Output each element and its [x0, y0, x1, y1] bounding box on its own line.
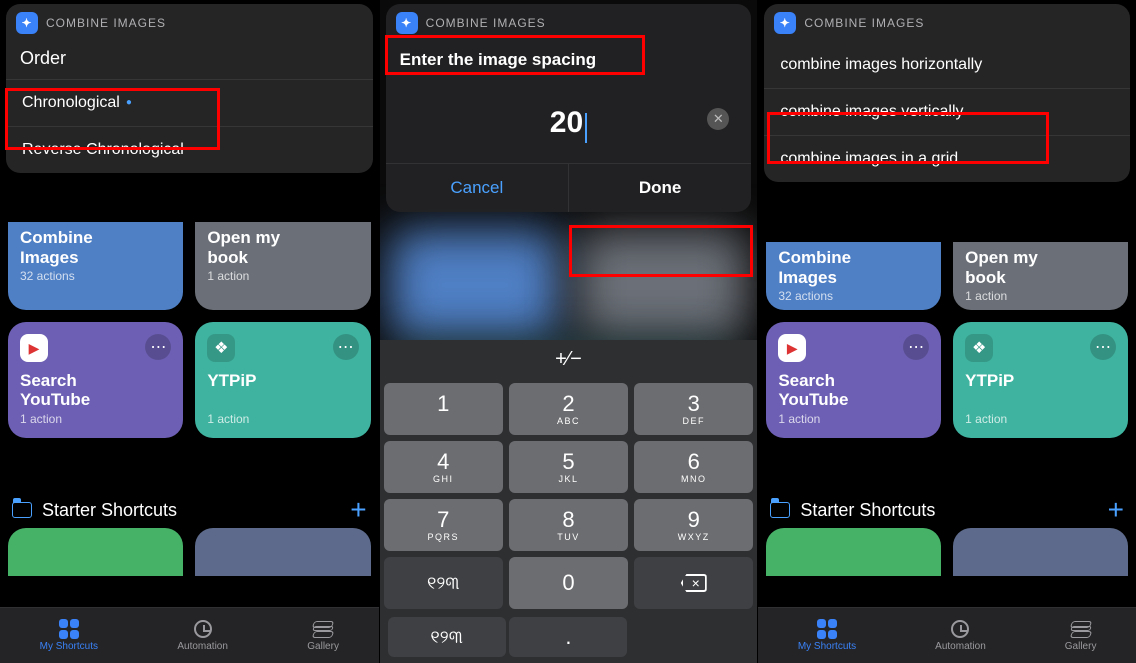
- more-icon[interactable]: ⋯: [1090, 334, 1116, 360]
- popup-title: Order: [6, 42, 373, 79]
- youtube-icon: ▶: [778, 334, 806, 362]
- more-icon[interactable]: ⋯: [333, 334, 359, 360]
- folder-icon: [770, 502, 790, 518]
- dialog-title: Enter the image spacing: [386, 42, 752, 76]
- card-peek[interactable]: [766, 528, 941, 576]
- tab-automation[interactable]: Automation: [935, 619, 986, 652]
- plus-icon[interactable]: +: [1108, 494, 1124, 526]
- panel-center: ✦ COMBINE IMAGES Enter the image spacing…: [379, 0, 758, 663]
- grid-icon: [59, 619, 79, 639]
- panel-right: CombineImages 32 actions Open mybook 1 a…: [757, 0, 1136, 663]
- folder-label: Starter Shortcuts: [42, 500, 177, 521]
- option-vertical[interactable]: combine images vertically: [764, 88, 1130, 135]
- layers-icon: ❖: [965, 334, 993, 362]
- layers-icon: ❖: [207, 334, 235, 362]
- cancel-button[interactable]: Cancel: [386, 164, 568, 212]
- stack-icon: [313, 621, 333, 637]
- tab-my-shortcuts[interactable]: My Shortcuts: [40, 619, 98, 652]
- clock-icon: [951, 620, 969, 638]
- key-7[interactable]: 7PQRS: [384, 499, 503, 551]
- selected-dot-icon: ●: [126, 97, 132, 108]
- key-5[interactable]: 5JKL: [509, 441, 628, 493]
- tab-bar: My Shortcuts Automation Gallery: [758, 607, 1136, 663]
- tab-my-shortcuts[interactable]: My Shortcuts: [798, 619, 856, 652]
- more-icon[interactable]: ⋯: [145, 334, 171, 360]
- card-peek[interactable]: [953, 528, 1128, 576]
- input-value: 20: [550, 106, 583, 140]
- card-sub: 32 actions: [20, 269, 171, 283]
- spacing-dialog: ✦ COMBINE IMAGES Enter the image spacing…: [386, 4, 752, 212]
- starter-shortcuts-row[interactable]: Starter Shortcuts +: [12, 494, 367, 526]
- option-grid[interactable]: combine images in a grid: [764, 135, 1130, 182]
- spacing-input[interactable]: 20 ✕: [386, 76, 752, 163]
- option-reverse-chronological[interactable]: Reverse Chronological: [6, 126, 373, 173]
- plus-minus-key[interactable]: +⁄−: [380, 340, 758, 379]
- text-cursor: [585, 113, 587, 143]
- card-ytpip[interactable]: ❖ ⋯ YTPiP 1 action: [953, 322, 1128, 438]
- combine-images-icon: ✦: [16, 12, 38, 34]
- card-peek[interactable]: [195, 528, 370, 576]
- key-2[interactable]: 2ABC: [509, 383, 628, 435]
- clock-icon: [194, 620, 212, 638]
- option-chronological[interactable]: Chronological●: [6, 79, 373, 126]
- backspace-icon: [681, 574, 707, 592]
- combine-images-icon: ✦: [774, 12, 796, 34]
- combine-mode-popup: ✦ COMBINE IMAGES combine images horizont…: [764, 4, 1130, 182]
- key-alt-script[interactable]: ୧୨୩: [384, 557, 503, 609]
- card-title: Combine: [20, 228, 93, 247]
- starter-shortcuts-row[interactable]: Starter Shortcuts +: [770, 494, 1124, 526]
- card-combine-images[interactable]: CombineImages 32 actions: [8, 222, 183, 310]
- option-horizontal[interactable]: combine images horizontally: [764, 42, 1130, 88]
- grid-icon: [817, 619, 837, 639]
- plus-icon[interactable]: +: [350, 494, 366, 526]
- tab-gallery[interactable]: Gallery: [307, 619, 339, 652]
- clear-icon[interactable]: ✕: [707, 108, 729, 130]
- key-alt-script-2[interactable]: ୧୨୩: [388, 617, 506, 657]
- more-icon[interactable]: ⋯: [903, 334, 929, 360]
- tab-gallery[interactable]: Gallery: [1065, 619, 1097, 652]
- tab-automation[interactable]: Automation: [177, 619, 228, 652]
- combine-images-icon: ✦: [396, 12, 418, 34]
- card-combine-images[interactable]: CombineImages 32 actions: [766, 242, 941, 310]
- key-8[interactable]: 8TUV: [509, 499, 628, 551]
- key-4[interactable]: 4GHI: [384, 441, 503, 493]
- done-button[interactable]: Done: [568, 164, 751, 212]
- key-backspace[interactable]: [634, 557, 753, 609]
- tab-bar: My Shortcuts Automation Gallery: [0, 607, 379, 663]
- card-open-my-book[interactable]: Open mybook 1 action: [195, 222, 370, 310]
- card-search-youtube[interactable]: ▶ ⋯ SearchYouTube 1 action: [766, 322, 941, 438]
- key-0[interactable]: 0: [509, 557, 628, 609]
- key-9[interactable]: 9WXYZ: [634, 499, 753, 551]
- youtube-icon: ▶: [20, 334, 48, 362]
- numeric-keypad: +⁄− 1 2ABC 3DEF 4GHI 5JKL 6MNO 7PQRS 8TU…: [380, 340, 758, 663]
- key-6[interactable]: 6MNO: [634, 441, 753, 493]
- key-3[interactable]: 3DEF: [634, 383, 753, 435]
- popup-header-title: COMBINE IMAGES: [426, 16, 546, 30]
- order-popup: ✦ COMBINE IMAGES Order Chronological● Re…: [6, 4, 373, 173]
- card-peek[interactable]: [8, 528, 183, 576]
- stack-icon: [1071, 621, 1091, 637]
- card-open-my-book[interactable]: Open mybook 1 action: [953, 242, 1128, 310]
- popup-header-title: COMBINE IMAGES: [804, 16, 924, 30]
- popup-header-title: COMBINE IMAGES: [46, 16, 166, 30]
- key-1[interactable]: 1: [384, 383, 503, 435]
- card-ytpip[interactable]: ❖ ⋯ YTPiP 1 action: [195, 322, 370, 438]
- panel-left: CombineImages 32 actions Open mybook 1 a…: [0, 0, 379, 663]
- folder-icon: [12, 502, 32, 518]
- key-dot[interactable]: .: [509, 617, 627, 657]
- card-search-youtube[interactable]: ▶ ⋯ SearchYouTube 1 action: [8, 322, 183, 438]
